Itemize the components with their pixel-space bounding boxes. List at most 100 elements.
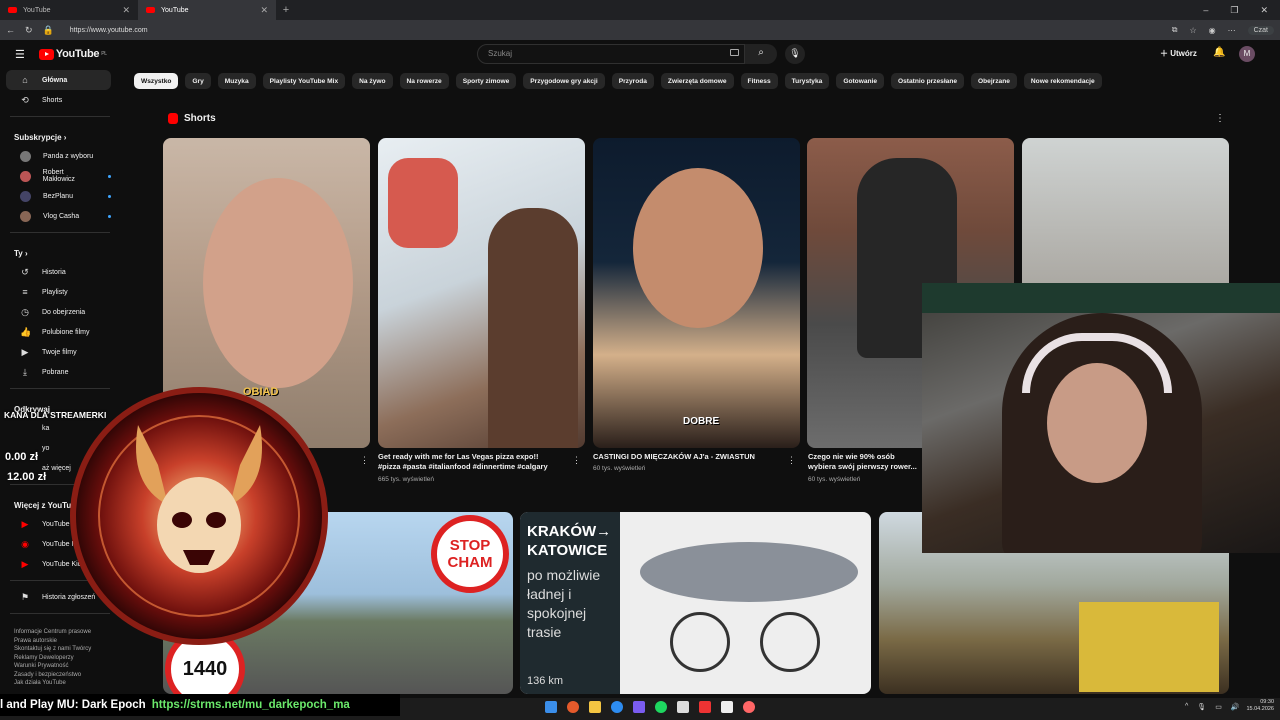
more-options-icon[interactable]: ⋮ <box>1215 113 1225 124</box>
app-icon[interactable] <box>699 701 711 713</box>
sidebar-item-playlists[interactable]: ≡ Playlisty <box>6 282 111 302</box>
sidebar-item-watch-later[interactable]: ◷ Do obejrzenia <box>6 302 111 322</box>
footer-links[interactable]: Warunki Prywatność <box>14 662 106 671</box>
profile-icon[interactable]: ◉ <box>1209 26 1216 35</box>
volume-icon[interactable]: 🔊 <box>1231 703 1240 711</box>
app-icon[interactable] <box>743 701 755 713</box>
sidebar-item-label: Playlisty <box>42 288 68 296</box>
extensions-icon[interactable]: ⧉ <box>1172 25 1178 35</box>
chip-5[interactable]: Na rowerze <box>399 73 449 89</box>
menu-dots-icon[interactable]: ⋯ <box>1228 26 1236 35</box>
download-icon: ⤓ <box>23 366 27 377</box>
sidebar-item-shorts[interactable]: ⟲ Shorts <box>6 90 111 110</box>
chip-13[interactable]: Ostatnio przesłane <box>891 73 965 89</box>
sidebar-item-label: yo <box>42 444 50 452</box>
search-button[interactable]: ⌕ <box>745 44 777 64</box>
sidebar-item-downloads[interactable]: ⤓ Pobrane <box>6 362 111 382</box>
app-icon[interactable] <box>721 701 733 713</box>
sidebar-item-label: Do obejrzenia <box>42 308 86 316</box>
subscriptions-heading[interactable]: Subskrypcje › <box>0 123 120 146</box>
back-icon[interactable]: ← <box>6 25 15 35</box>
close-window-button[interactable]: ✕ <box>1260 5 1268 16</box>
spotify-icon[interactable] <box>655 701 667 713</box>
chip-10[interactable]: Fitness <box>740 73 778 89</box>
chip-1[interactable]: Gry <box>185 73 211 89</box>
chip-15[interactable]: Nowe rekomendacje <box>1023 73 1102 89</box>
create-button[interactable]: ＋ Utwórz <box>1160 48 1197 59</box>
overlay-goal-amount: 12.00 zł <box>7 471 47 483</box>
chip-9[interactable]: Zwierzęta domowe <box>660 73 734 89</box>
sidebar-item-history[interactable]: ↺ Historia <box>6 262 111 282</box>
short-thumbnail[interactable]: DOBRE <box>593 138 800 448</box>
chip-7[interactable]: Przygodowe gry akcji <box>523 73 605 89</box>
youtube-logo[interactable]: YouTube PL <box>38 48 107 60</box>
folder-icon[interactable] <box>589 701 601 713</box>
footer-links[interactable]: Zasady i bezpieczeństwo <box>14 671 106 680</box>
thumbs-up-icon: 👍 <box>20 326 32 337</box>
new-tab-button[interactable]: + <box>276 4 296 16</box>
sidebar-item-your-videos[interactable]: ▶ Twoje filmy <box>6 342 111 362</box>
footer-links[interactable]: Reklamy Deweloperzy <box>14 654 106 663</box>
minimize-button[interactable]: – <box>1203 5 1208 16</box>
playlist-icon: ≡ <box>22 287 28 297</box>
chip-12[interactable]: Gotowanie <box>836 73 885 89</box>
sidebar-item-subscription[interactable]: Vlog Casha <box>6 206 111 226</box>
sidebar-item-liked[interactable]: 👍 Polubione filmy <box>6 322 111 342</box>
edge-icon[interactable] <box>611 701 623 713</box>
chip-4[interactable]: Na żywo <box>352 73 393 89</box>
chip-3[interactable]: Playlisty YouTube Mix <box>262 73 346 89</box>
bookmark-star-icon[interactable]: ☆ <box>1189 26 1196 35</box>
sidebar-item-subscription[interactable]: Panda z wyboru <box>6 146 111 166</box>
close-tab-icon[interactable]: ✕ <box>260 5 268 16</box>
chip-6[interactable]: Sporty zimowe <box>455 73 517 89</box>
voice-search-button[interactable]: 🎙 <box>785 44 805 64</box>
more-options-icon[interactable]: ⋮ <box>787 455 796 466</box>
more-options-icon[interactable]: ⋮ <box>572 455 581 466</box>
url-field[interactable]: https://www.youtube.com <box>70 27 148 34</box>
flag-icon: ⚑ <box>20 591 30 602</box>
menu-icon[interactable]: ☰ <box>15 48 25 61</box>
search-input[interactable]: Szukaj <box>477 44 745 64</box>
chip-8[interactable]: Przyroda <box>611 73 654 89</box>
discord-icon[interactable] <box>633 701 645 713</box>
notifications-bell-icon[interactable]: 🔔 <box>1213 47 1225 58</box>
window-controls: – ❐ ✕ <box>1203 5 1280 16</box>
start-icon[interactable] <box>545 701 557 713</box>
clock-time: 09:30 <box>1260 699 1274 705</box>
chip-0[interactable]: Wszystko <box>134 73 179 89</box>
short-title[interactable]: Czego nie wie 90% osób wybiera swój pier… <box>808 452 923 472</box>
mic-icon[interactable]: 🎙 <box>1197 703 1206 711</box>
thumbnail-image <box>203 178 353 388</box>
network-icon[interactable]: ▭ <box>1215 703 1222 711</box>
thumbnail-image <box>488 208 578 448</box>
sidebar-item-home[interactable]: ⌂ Główna <box>6 70 111 90</box>
app-icon[interactable] <box>677 701 689 713</box>
chevron-up-icon[interactable]: ^ <box>1185 703 1188 711</box>
taskbar-clock[interactable]: 09:30 15.04.2026 <box>1246 699 1274 713</box>
more-options-icon[interactable]: ⋮ <box>360 455 369 466</box>
short-title[interactable]: Get ready with me for Las Vegas pizza ex… <box>378 452 563 472</box>
chip-2[interactable]: Muzyka <box>217 73 256 89</box>
maximize-button[interactable]: ❐ <box>1230 5 1238 16</box>
new-content-dot <box>108 174 111 178</box>
you-heading[interactable]: Ty › <box>0 239 120 262</box>
short-title[interactable]: CASTINGI DO MIĘCZAKÓW AJ'a - ZWIASTUN <box>593 452 778 462</box>
close-tab-icon[interactable]: ✕ <box>122 5 130 16</box>
reload-icon[interactable]: ↻ <box>25 25 33 36</box>
avatar[interactable]: M <box>1239 46 1255 62</box>
browser-icon[interactable] <box>567 701 579 713</box>
short-views: 665 tys. wyświetleń <box>378 476 434 483</box>
chip-11[interactable]: Turystyka <box>784 73 830 89</box>
overlay-current-amount: 0.00 zł <box>5 451 39 463</box>
browser-tab-active[interactable]: YouTube ✕ <box>138 0 276 20</box>
video-thumbnail[interactable]: KRAKÓW→ KATOWICE po możliwie ładnej i sp… <box>520 512 871 694</box>
copilot-button[interactable]: Czat <box>1247 25 1274 35</box>
chip-14[interactable]: Obejrzane <box>971 73 1017 89</box>
sidebar-item-subscription[interactable]: Robert Makłowicz <box>6 166 111 186</box>
footer-links[interactable]: Jak działa YouTube <box>14 679 106 688</box>
search-icon: ⌕ <box>758 47 764 58</box>
sidebar-item-subscription[interactable]: BezPlanu <box>6 186 111 206</box>
short-thumbnail[interactable] <box>378 138 585 448</box>
youtube-header: ☰ YouTube PL Szukaj ⌕ 🎙 ＋ Utwórz 🔔 M <box>0 40 1280 68</box>
browser-tab[interactable]: YouTube ✕ <box>0 0 138 20</box>
